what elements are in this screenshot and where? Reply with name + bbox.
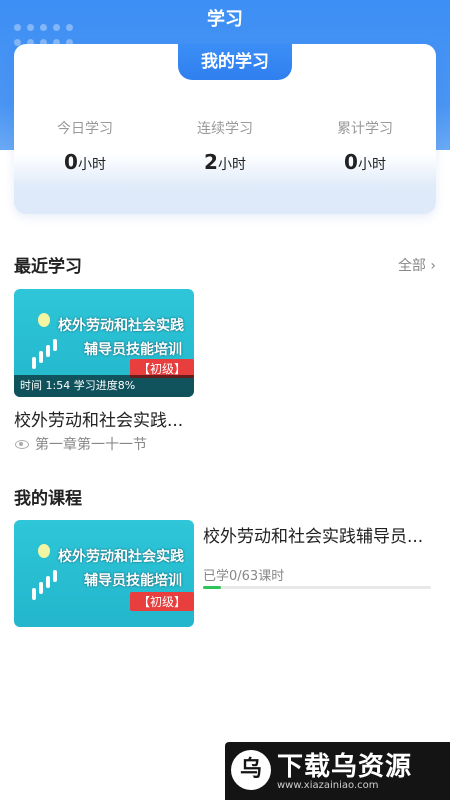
course-progress-text: 已学0/63课时 [203,569,285,584]
watermark-text: 下载乌资源 [277,752,413,782]
watermark-url: www.xiazainiao.com [277,780,379,791]
recent-course-thumbnail[interactable]: 校外劳动和社会实践 辅导员技能培训 【初级】 时间 1:54 学习进度8% [14,289,194,397]
my-study-tab: 我的学习 [178,44,292,80]
people-figures-illustration [30,333,60,373]
stat-label: 今日学习 [57,121,113,137]
bird-logo-icon: 乌 [231,750,271,790]
stat-streak: 连续学习 2小时 [165,118,285,174]
recent-course-title[interactable]: 校外劳动和社会实践... [14,406,198,431]
eye-icon [15,439,29,449]
study-stats-card: 我的学习 今日学习 0小时 连续学习 2小时 累计学习 0小时 [14,44,436,214]
lightbulb-icon [38,313,50,327]
view-all-label: 全部 [397,258,426,274]
stat-value: 0 [64,150,78,174]
stat-today: 今日学习 0小时 [25,118,145,174]
chapter-label: 第一章第一十一节 [35,437,147,453]
stat-label: 连续学习 [197,121,253,137]
thumb-title-line1: 校外劳动和社会实践 [58,549,184,565]
site-watermark: 乌 下载乌资源 www.xiazainiao.com [225,742,450,800]
courses-section-title: 我的课程 [14,489,82,509]
view-all-link[interactable]: 全部 › [398,255,436,275]
page-title: 学习 [207,9,243,30]
course-title[interactable]: 校外劳动和社会实践辅导员... [203,522,435,547]
course-progress-fill [203,586,222,589]
stat-unit: 小时 [357,157,386,173]
stat-unit: 小时 [77,157,106,173]
course-thumbnail[interactable]: 校外劳动和社会实践 辅导员技能培训 【初级】 [14,520,194,627]
level-badge: 【初级】 [130,592,194,611]
stat-total: 累计学习 0小时 [305,118,425,174]
course-progress-bar [203,586,431,589]
recent-section-title: 最近学习 [14,257,82,277]
thumb-title-line1: 校外劳动和社会实践 [58,318,184,334]
stat-label: 累计学习 [337,121,393,137]
lightbulb-icon [38,544,50,558]
stat-value: 2 [204,150,218,174]
chevron-right-icon: › [425,258,436,274]
people-figures-illustration [30,564,60,604]
stat-value: 0 [344,150,358,174]
thumb-title-line2: 辅导员技能培训 [84,342,182,358]
recent-chapter-info: 第一章第一十一节 [14,434,147,454]
learning-page: 学习 我的学习 今日学习 0小时 连续学习 2小时 累计学习 0小时 最近学习 … [0,0,450,800]
progress-overlay: 时间 1:54 学习进度8% [14,375,194,397]
thumb-title-line2: 辅导员技能培训 [84,573,182,589]
stat-unit: 小时 [217,157,246,173]
